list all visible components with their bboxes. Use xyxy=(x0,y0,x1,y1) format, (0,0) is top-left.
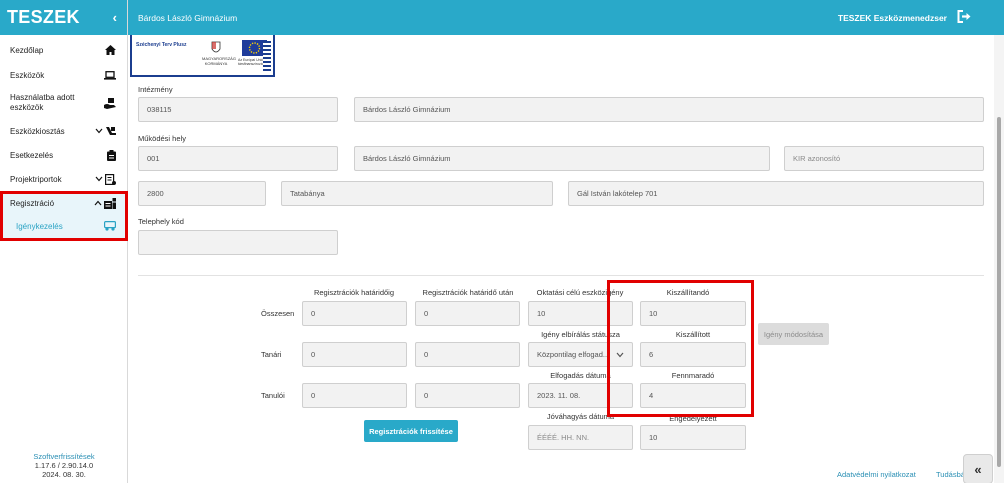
sidebar-header: TESZEK ‹ xyxy=(0,0,127,35)
institution-name-field[interactable]: Bárdos László Gimnázium xyxy=(354,97,984,122)
sidebar-item-projektriportok[interactable]: Projektriportok xyxy=(0,172,128,186)
refresh-registrations-button[interactable]: Regisztrációk frissítése xyxy=(364,420,458,442)
premises-code-field[interactable] xyxy=(138,230,338,255)
to-deliver-field[interactable]: 10 xyxy=(640,301,746,326)
software-updates-link[interactable]: Szoftverfrissítések xyxy=(0,452,128,461)
main-content: Széchenyi Terv Plusz MAGYARORSZÁG KORMÁN… xyxy=(128,35,994,483)
sidebar-item-label: Regisztráció xyxy=(10,198,55,208)
sidebar-item-label: Esetkezelés xyxy=(10,150,54,160)
distribution-icon xyxy=(105,126,116,137)
sidebar: TESZEK ‹ Kezdőlap Eszközök Használatba a… xyxy=(0,0,128,483)
sidebar-item-esetkezeles[interactable]: Esetkezelés xyxy=(0,148,128,162)
kir-id-field[interactable]: KIR azonosító xyxy=(784,146,984,171)
status-label: Igény elbírálás státusza xyxy=(541,330,620,339)
students-after-deadline-field[interactable]: 0 xyxy=(415,383,520,408)
chevron-down-icon xyxy=(616,351,624,360)
sidebar-item-label: Kezdőlap xyxy=(10,45,44,55)
institution-code-field[interactable]: 038115 xyxy=(138,97,338,122)
institution-label: Intézmény xyxy=(138,85,173,94)
system-name: TESZEK Eszközmenedzser xyxy=(837,12,947,23)
approved-field[interactable]: 10 xyxy=(640,425,746,450)
top-bar: Bárdos László Gimnázium TESZEK Eszközmen… xyxy=(128,0,1004,35)
request-icon xyxy=(104,221,116,231)
site-name-field[interactable]: Bárdos László Gimnázium xyxy=(354,146,770,171)
to-deliver-label: Kiszállítandó xyxy=(666,288,710,297)
banner-stripes xyxy=(263,41,271,73)
sidebar-item-regisztracio[interactable]: Regisztráció xyxy=(0,196,128,210)
zip-field[interactable]: 2800 xyxy=(138,181,266,206)
row-label-teachers: Tanári xyxy=(261,350,282,359)
sidebar-item-eszkozok[interactable]: Eszközök xyxy=(0,68,128,82)
funding-logo-banner: Széchenyi Terv Plusz MAGYARORSZÁG KORMÁN… xyxy=(130,35,275,77)
chevron-down-icon[interactable] xyxy=(95,128,103,134)
chevron-left-icon[interactable]: ‹ xyxy=(113,10,117,25)
chevron-down-icon[interactable] xyxy=(95,176,103,182)
address-field[interactable]: Gál István lakótelep 701 xyxy=(568,181,984,206)
remaining-label: Fennmaradó xyxy=(671,371,715,380)
approved-label: Engedélyezett xyxy=(669,414,717,423)
scrollbar-thumb[interactable] xyxy=(997,117,1001,467)
header-after-deadline: Regisztrációk határidő után xyxy=(422,288,514,297)
students-before-deadline-field[interactable]: 0 xyxy=(302,383,407,408)
modify-request-button[interactable]: Igény módosítása xyxy=(758,323,829,345)
education-demand-field[interactable]: 10 xyxy=(528,301,633,326)
sidebar-item-label: Használatba adott eszközök xyxy=(10,93,75,112)
site-label: Működési hely xyxy=(138,134,186,143)
delivered-field[interactable]: 6 xyxy=(640,342,746,367)
hand-device-icon xyxy=(104,97,116,109)
sidebar-footer: Szoftverfrissítések 1.17.6 / 2.90.14.0 2… xyxy=(0,452,128,479)
remaining-field[interactable]: 4 xyxy=(640,383,746,408)
site-code-field[interactable]: 001 xyxy=(138,146,338,171)
total-after-deadline-field[interactable]: 0 xyxy=(415,301,520,326)
chevron-up-icon[interactable] xyxy=(94,200,102,206)
government-logo: MAGYARORSZÁG KORMÁNYA xyxy=(202,41,236,66)
logout-icon[interactable] xyxy=(957,10,972,25)
privacy-link[interactable]: Adatvédelmi nyilatkozat xyxy=(837,470,916,479)
app-brand[interactable]: TESZEK xyxy=(7,7,80,28)
approve-date-label: Jóváhagyás dátuma xyxy=(546,412,615,421)
row-label-students: Tanulói xyxy=(261,391,285,400)
scrollbar[interactable] xyxy=(994,35,1004,483)
sidebar-item-label: Eszközkiosztás xyxy=(10,126,65,136)
home-icon xyxy=(105,45,116,55)
row-label-total: Összesen xyxy=(261,309,295,318)
clipboard-icon xyxy=(107,149,116,161)
double-chevron-left-icon[interactable]: « xyxy=(963,454,993,483)
accept-date-field[interactable]: 2023. 11. 08. xyxy=(528,383,633,408)
teachers-before-deadline-field[interactable]: 0 xyxy=(302,342,407,367)
school-name: Bárdos László Gimnázium xyxy=(138,12,238,23)
version-text: 1.17.6 / 2.90.14.0 xyxy=(34,461,94,470)
sidebar-item-hasznalatba[interactable]: Használatba adott eszközök xyxy=(0,92,128,114)
city-field[interactable]: Tatabánya xyxy=(281,181,553,206)
teachers-after-deadline-field[interactable]: 0 xyxy=(415,342,520,367)
sidebar-item-label: Projektriportok xyxy=(10,174,62,184)
sidebar-item-igenykezeles[interactable]: Igénykezelés xyxy=(0,219,128,233)
government-logo-text: MAGYARORSZÁG KORMÁNYA xyxy=(202,56,236,66)
report-icon xyxy=(105,173,116,185)
sidebar-item-kezdolap[interactable]: Kezdőlap xyxy=(0,43,128,57)
header-before-deadline: Regisztrációk határidőig xyxy=(313,288,395,297)
accept-date-label: Elfogadás dátuma xyxy=(550,371,611,380)
total-before-deadline-field[interactable]: 0 xyxy=(302,301,407,326)
approve-date-field[interactable]: ÉÉÉÉ. HH. NN. xyxy=(528,425,633,450)
header-education-demand: Oktatási célú eszközigény xyxy=(536,288,624,297)
laptop-icon xyxy=(104,70,116,80)
status-select-value: Központilag elfogad... xyxy=(537,350,610,359)
sidebar-item-eszkozkiosztas[interactable]: Eszközkiosztás xyxy=(0,124,128,138)
sidebar-item-label: Eszközök xyxy=(10,70,45,80)
premises-label: Telephely kód xyxy=(138,217,184,226)
registration-icon xyxy=(104,197,116,209)
knowledge-base-link[interactable]: Tudásbá xyxy=(936,470,965,479)
szechenyi-logo: Széchenyi Terv Plusz xyxy=(136,42,187,48)
status-select[interactable]: Központilag elfogad... xyxy=(528,342,633,367)
section-divider xyxy=(138,275,984,276)
sidebar-item-label: Igénykezelés xyxy=(16,221,63,231)
delivered-label: Kiszállított xyxy=(675,330,711,339)
release-date-text: 2024. 08. 30. xyxy=(42,470,86,479)
